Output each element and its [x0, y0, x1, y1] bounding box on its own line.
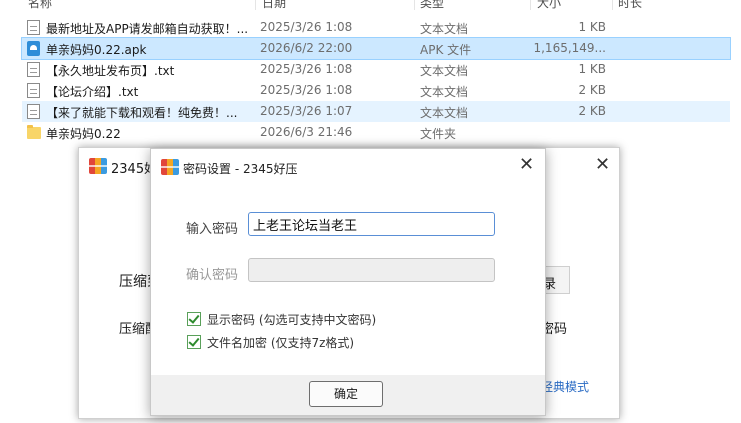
encrypt-filenames-checkbox[interactable]: [187, 335, 201, 349]
file-type: 文本文档: [420, 22, 469, 36]
folder-icon: [27, 125, 41, 139]
apk-file-icon: [27, 41, 40, 56]
column-headers: 名称 日期 类型 大小 时长: [0, 0, 741, 10]
classic-mode-link[interactable]: 经典模式: [541, 378, 589, 395]
column-header-type[interactable]: 类型: [420, 0, 444, 10]
close-icon[interactable]: ✕: [519, 154, 534, 175]
show-password-label[interactable]: 显示密码 (勾选可支持中文密码): [207, 311, 376, 328]
file-name: 单亲妈妈0.22: [46, 127, 121, 141]
file-size: 1,165,149...: [533, 41, 606, 55]
file-type: 文本文档: [420, 85, 469, 99]
column-separator[interactable]: [414, 0, 415, 10]
app-logo-icon: [161, 159, 179, 175]
dialog-footer: 确定: [151, 375, 545, 415]
confirm-password-input[interactable]: [248, 258, 495, 282]
file-type: 文本文档: [420, 64, 469, 78]
file-name: 单亲妈妈0.22.apk: [46, 43, 147, 57]
password-label: 输入密码: [186, 222, 239, 237]
file-size: 1 KB: [578, 62, 606, 76]
file-size: 2 KB: [578, 83, 606, 97]
show-password-checkbox[interactable]: [187, 312, 201, 326]
text-file-icon: [27, 104, 40, 119]
file-row[interactable]: 最新地址及APP请发邮箱自动获取！... 2025/3/26 1:08 文本文档…: [22, 17, 730, 38]
file-type: 文本文档: [420, 106, 469, 120]
file-name: 【永久地址发布页】.txt: [46, 64, 175, 78]
confirm-password-label: 确认密码: [186, 268, 239, 283]
encrypt-filenames-label[interactable]: 文件名加密 (仅支持7z格式): [207, 334, 354, 351]
password-dialog: 密码设置 - 2345好压 ✕ 输入密码 确认密码 显示密码 (勾选可支持中文密…: [150, 148, 546, 416]
app-logo-icon: [89, 158, 107, 174]
file-name: 【来了就能下载和观看！纯免费！...: [46, 106, 238, 120]
dialog-title: 密码设置 - 2345好压: [183, 162, 298, 176]
file-row[interactable]: 【来了就能下载和观看！纯免费！... 2025/3/26 1:07 文本文档 2…: [22, 101, 730, 122]
column-header-name[interactable]: 名称: [28, 0, 52, 10]
file-row[interactable]: 单亲妈妈0.22 2026/6/3 21:46 文件夹: [22, 122, 730, 143]
file-date: 2025/3/26 1:07: [260, 104, 353, 118]
text-file-icon: [27, 20, 40, 35]
ok-button[interactable]: 确定: [309, 381, 383, 407]
file-date: 2025/3/26 1:08: [260, 20, 353, 34]
file-date: 2025/3/26 1:08: [260, 83, 353, 97]
column-header-size[interactable]: 大小: [537, 0, 561, 10]
file-name: 最新地址及APP请发邮箱自动获取！...: [46, 22, 249, 36]
file-row-selected[interactable]: 单亲妈妈0.22.apk 2026/6/2 22:00 APK 文件 1,165…: [21, 37, 731, 60]
column-separator[interactable]: [612, 0, 613, 10]
text-file-icon: [27, 83, 40, 98]
close-icon[interactable]: ✕: [595, 154, 610, 175]
file-type: APK 文件: [420, 43, 472, 57]
file-row[interactable]: 【论坛介绍】.txt 2025/3/26 1:08 文本文档 2 KB: [22, 80, 730, 101]
column-header-duration[interactable]: 时长: [618, 0, 642, 10]
column-separator[interactable]: [255, 0, 256, 10]
file-size: 2 KB: [578, 104, 606, 118]
file-date: 2026/6/3 21:46: [260, 125, 353, 139]
password-input[interactable]: [248, 212, 495, 236]
file-date: 2025/3/26 1:08: [260, 62, 353, 76]
file-date: 2026/6/2 22:00: [260, 41, 353, 55]
file-name: 【论坛介绍】.txt: [46, 85, 139, 99]
file-size: 1 KB: [578, 20, 606, 34]
column-separator[interactable]: [530, 0, 531, 10]
file-type: 文件夹: [420, 127, 457, 141]
file-row[interactable]: 【永久地址发布页】.txt 2025/3/26 1:08 文本文档 1 KB: [22, 59, 730, 80]
column-header-date[interactable]: 日期: [262, 0, 286, 10]
text-file-icon: [27, 62, 40, 77]
